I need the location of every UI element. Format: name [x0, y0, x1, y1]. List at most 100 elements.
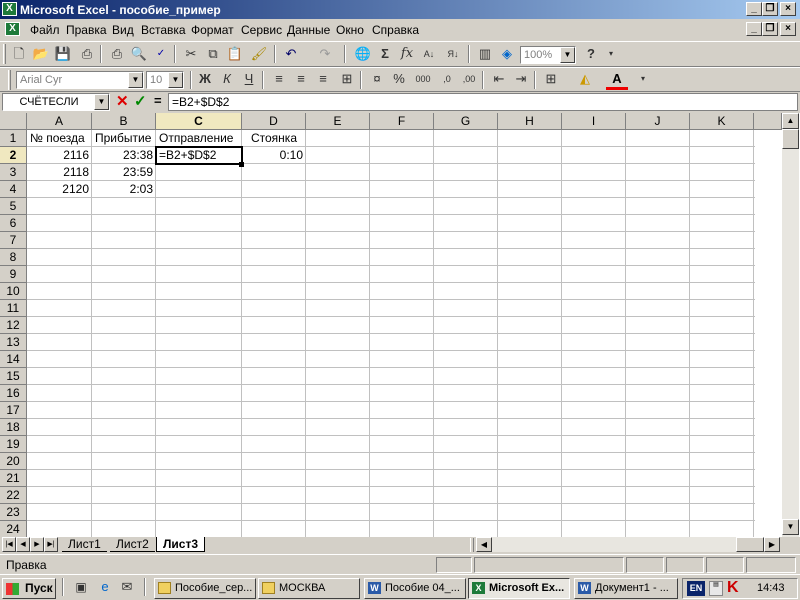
formula-input[interactable]: =B2+$D$2 — [168, 93, 798, 111]
toolbar-options-icon[interactable]: ▾ — [632, 68, 654, 90]
start-button[interactable]: Пуск — [2, 578, 56, 599]
language-indicator[interactable]: EN — [687, 581, 705, 596]
task-excel-active[interactable]: X Microsoft Ex... — [468, 578, 570, 599]
scroll-up-icon[interactable]: ▲ — [782, 113, 799, 129]
zoom-combo[interactable]: 100% ▼ — [520, 46, 576, 64]
workbook-icon[interactable]: X — [5, 22, 20, 36]
decrease-indent-icon[interactable]: ⇤ — [488, 68, 510, 90]
name-box[interactable]: СЧЁТЕСЛИ ▼ — [2, 93, 110, 111]
undo-icon[interactable]: ↶ — [280, 43, 302, 65]
font-size-combo[interactable]: 10 ▼ — [146, 71, 184, 89]
menu-data[interactable]: Данные — [287, 23, 330, 37]
doc-close-button[interactable]: × — [780, 22, 796, 36]
row-header-11[interactable]: 11 — [0, 300, 27, 317]
menu-tools[interactable]: Сервис — [241, 23, 282, 37]
cancel-icon[interactable]: ✕ — [116, 92, 129, 110]
last-sheet-icon[interactable]: ▶| — [44, 537, 58, 552]
permission-icon[interactable]: ⎙ — [76, 43, 98, 65]
row-header-20[interactable]: 20 — [0, 453, 27, 470]
row-header-24[interactable]: 24 — [0, 521, 27, 537]
tray-app-icon[interactable]: ▤ — [709, 581, 723, 596]
cell-a3[interactable]: 2118 — [28, 164, 91, 181]
row-header-1[interactable]: 1 — [0, 130, 27, 147]
col-header-a[interactable]: A — [27, 113, 92, 130]
col-header-k[interactable]: K — [690, 113, 754, 130]
new-file-icon[interactable]: 🗋 — [8, 43, 30, 65]
row-header-13[interactable]: 13 — [0, 334, 27, 351]
row-header-14[interactable]: 14 — [0, 351, 27, 368]
task-folder-moskva[interactable]: МОСКВА — [258, 578, 360, 599]
format-painter-icon[interactable]: 🖌 — [248, 43, 270, 65]
scroll-thumb[interactable] — [782, 129, 799, 149]
cell-b4[interactable]: 2:03 — [93, 181, 155, 198]
vertical-scrollbar[interactable]: ▲ ▼ — [782, 113, 799, 537]
cell-c2-active[interactable]: =B2+$D$2 — [155, 146, 243, 165]
doc-restore-button[interactable]: ❐ — [762, 22, 778, 36]
percent-icon[interactable]: % — [388, 68, 410, 90]
thousands-icon[interactable]: 000 — [412, 68, 434, 90]
row-header-10[interactable]: 10 — [0, 283, 27, 300]
horizontal-scroll-thumb[interactable] — [736, 537, 764, 552]
row-header-18[interactable]: 18 — [0, 419, 27, 436]
merge-center-icon[interactable]: ⊞ — [336, 68, 358, 90]
row-header-17[interactable]: 17 — [0, 402, 27, 419]
col-header-d[interactable]: D — [242, 113, 306, 130]
menu-view[interactable]: Вид — [112, 23, 134, 37]
paste-icon[interactable]: 📋 — [224, 43, 246, 65]
col-header-i[interactable]: I — [562, 113, 626, 130]
maximize-button[interactable]: ❐ — [762, 2, 778, 16]
menu-file[interactable]: Файл — [30, 23, 60, 37]
internet-explorer-icon[interactable]: e — [94, 576, 116, 598]
italic-icon[interactable]: К — [216, 68, 238, 90]
row-header-9[interactable]: 9 — [0, 266, 27, 283]
scroll-left-icon[interactable]: ◀ — [476, 537, 492, 552]
align-center-icon[interactable]: ≡ — [290, 68, 312, 90]
chart-wizard-icon[interactable]: ▥ — [474, 43, 496, 65]
help-icon[interactable]: ? — [580, 43, 602, 65]
row-header-8[interactable]: 8 — [0, 249, 27, 266]
cut-icon[interactable]: ✂ — [180, 43, 202, 65]
scroll-right-icon[interactable]: ▶ — [764, 537, 780, 552]
show-desktop-icon[interactable]: ▣ — [70, 576, 92, 598]
row-header-6[interactable]: 6 — [0, 215, 27, 232]
cell-b1[interactable]: Прибытие — [93, 130, 155, 147]
font-color-icon[interactable]: A — [606, 68, 628, 90]
toolbar-grip[interactable] — [8, 70, 11, 90]
toolbar-options-icon[interactable]: ▾ — [600, 43, 622, 65]
col-header-partial[interactable] — [754, 113, 782, 130]
excel-app-icon[interactable]: X — [2, 2, 17, 16]
drawing-icon[interactable]: ◈ — [496, 43, 518, 65]
bold-icon[interactable]: Ж — [194, 68, 216, 90]
row-header-4[interactable]: 4 — [0, 181, 27, 198]
menu-window[interactable]: Окно — [336, 23, 364, 37]
row-header-22[interactable]: 22 — [0, 487, 27, 504]
sheet-tab-1[interactable]: Лист1 — [62, 537, 107, 552]
col-header-g[interactable]: G — [434, 113, 498, 130]
col-header-j[interactable]: J — [626, 113, 690, 130]
row-header-16[interactable]: 16 — [0, 385, 27, 402]
borders-icon[interactable]: ⊞ — [540, 68, 562, 90]
row-header-21[interactable]: 21 — [0, 470, 27, 487]
open-folder-icon[interactable]: 📂 — [30, 43, 52, 65]
row-header-3[interactable]: 3 — [0, 164, 27, 181]
spelling-icon[interactable]: ✓ — [150, 43, 172, 65]
row-header-2[interactable]: 2 — [0, 147, 27, 164]
redo-icon[interactable]: ↷ — [314, 43, 336, 65]
print-icon[interactable]: ⎙ — [106, 43, 128, 65]
sheet-tab-3-active[interactable]: Лист3 — [156, 537, 206, 552]
row-header-19[interactable]: 19 — [0, 436, 27, 453]
cell-b3[interactable]: 23:59 — [93, 164, 155, 181]
cell-a4[interactable]: 2120 — [28, 181, 91, 198]
cell-a2[interactable]: 2116 — [28, 147, 91, 164]
print-preview-icon[interactable]: 🔍 — [128, 43, 150, 65]
col-header-e[interactable]: E — [306, 113, 370, 130]
menu-help[interactable]: Справка — [372, 23, 419, 37]
row-header-23[interactable]: 23 — [0, 504, 27, 521]
menu-format[interactable]: Формат — [191, 23, 234, 37]
underline-icon[interactable]: Ч — [238, 68, 260, 90]
col-header-c[interactable]: C — [156, 113, 242, 130]
currency-icon[interactable]: ¤ — [366, 68, 388, 90]
hyperlink-icon[interactable]: 🌐 — [352, 43, 374, 65]
align-right-icon[interactable]: ≡ — [312, 68, 334, 90]
align-left-icon[interactable]: ≡ — [268, 68, 290, 90]
